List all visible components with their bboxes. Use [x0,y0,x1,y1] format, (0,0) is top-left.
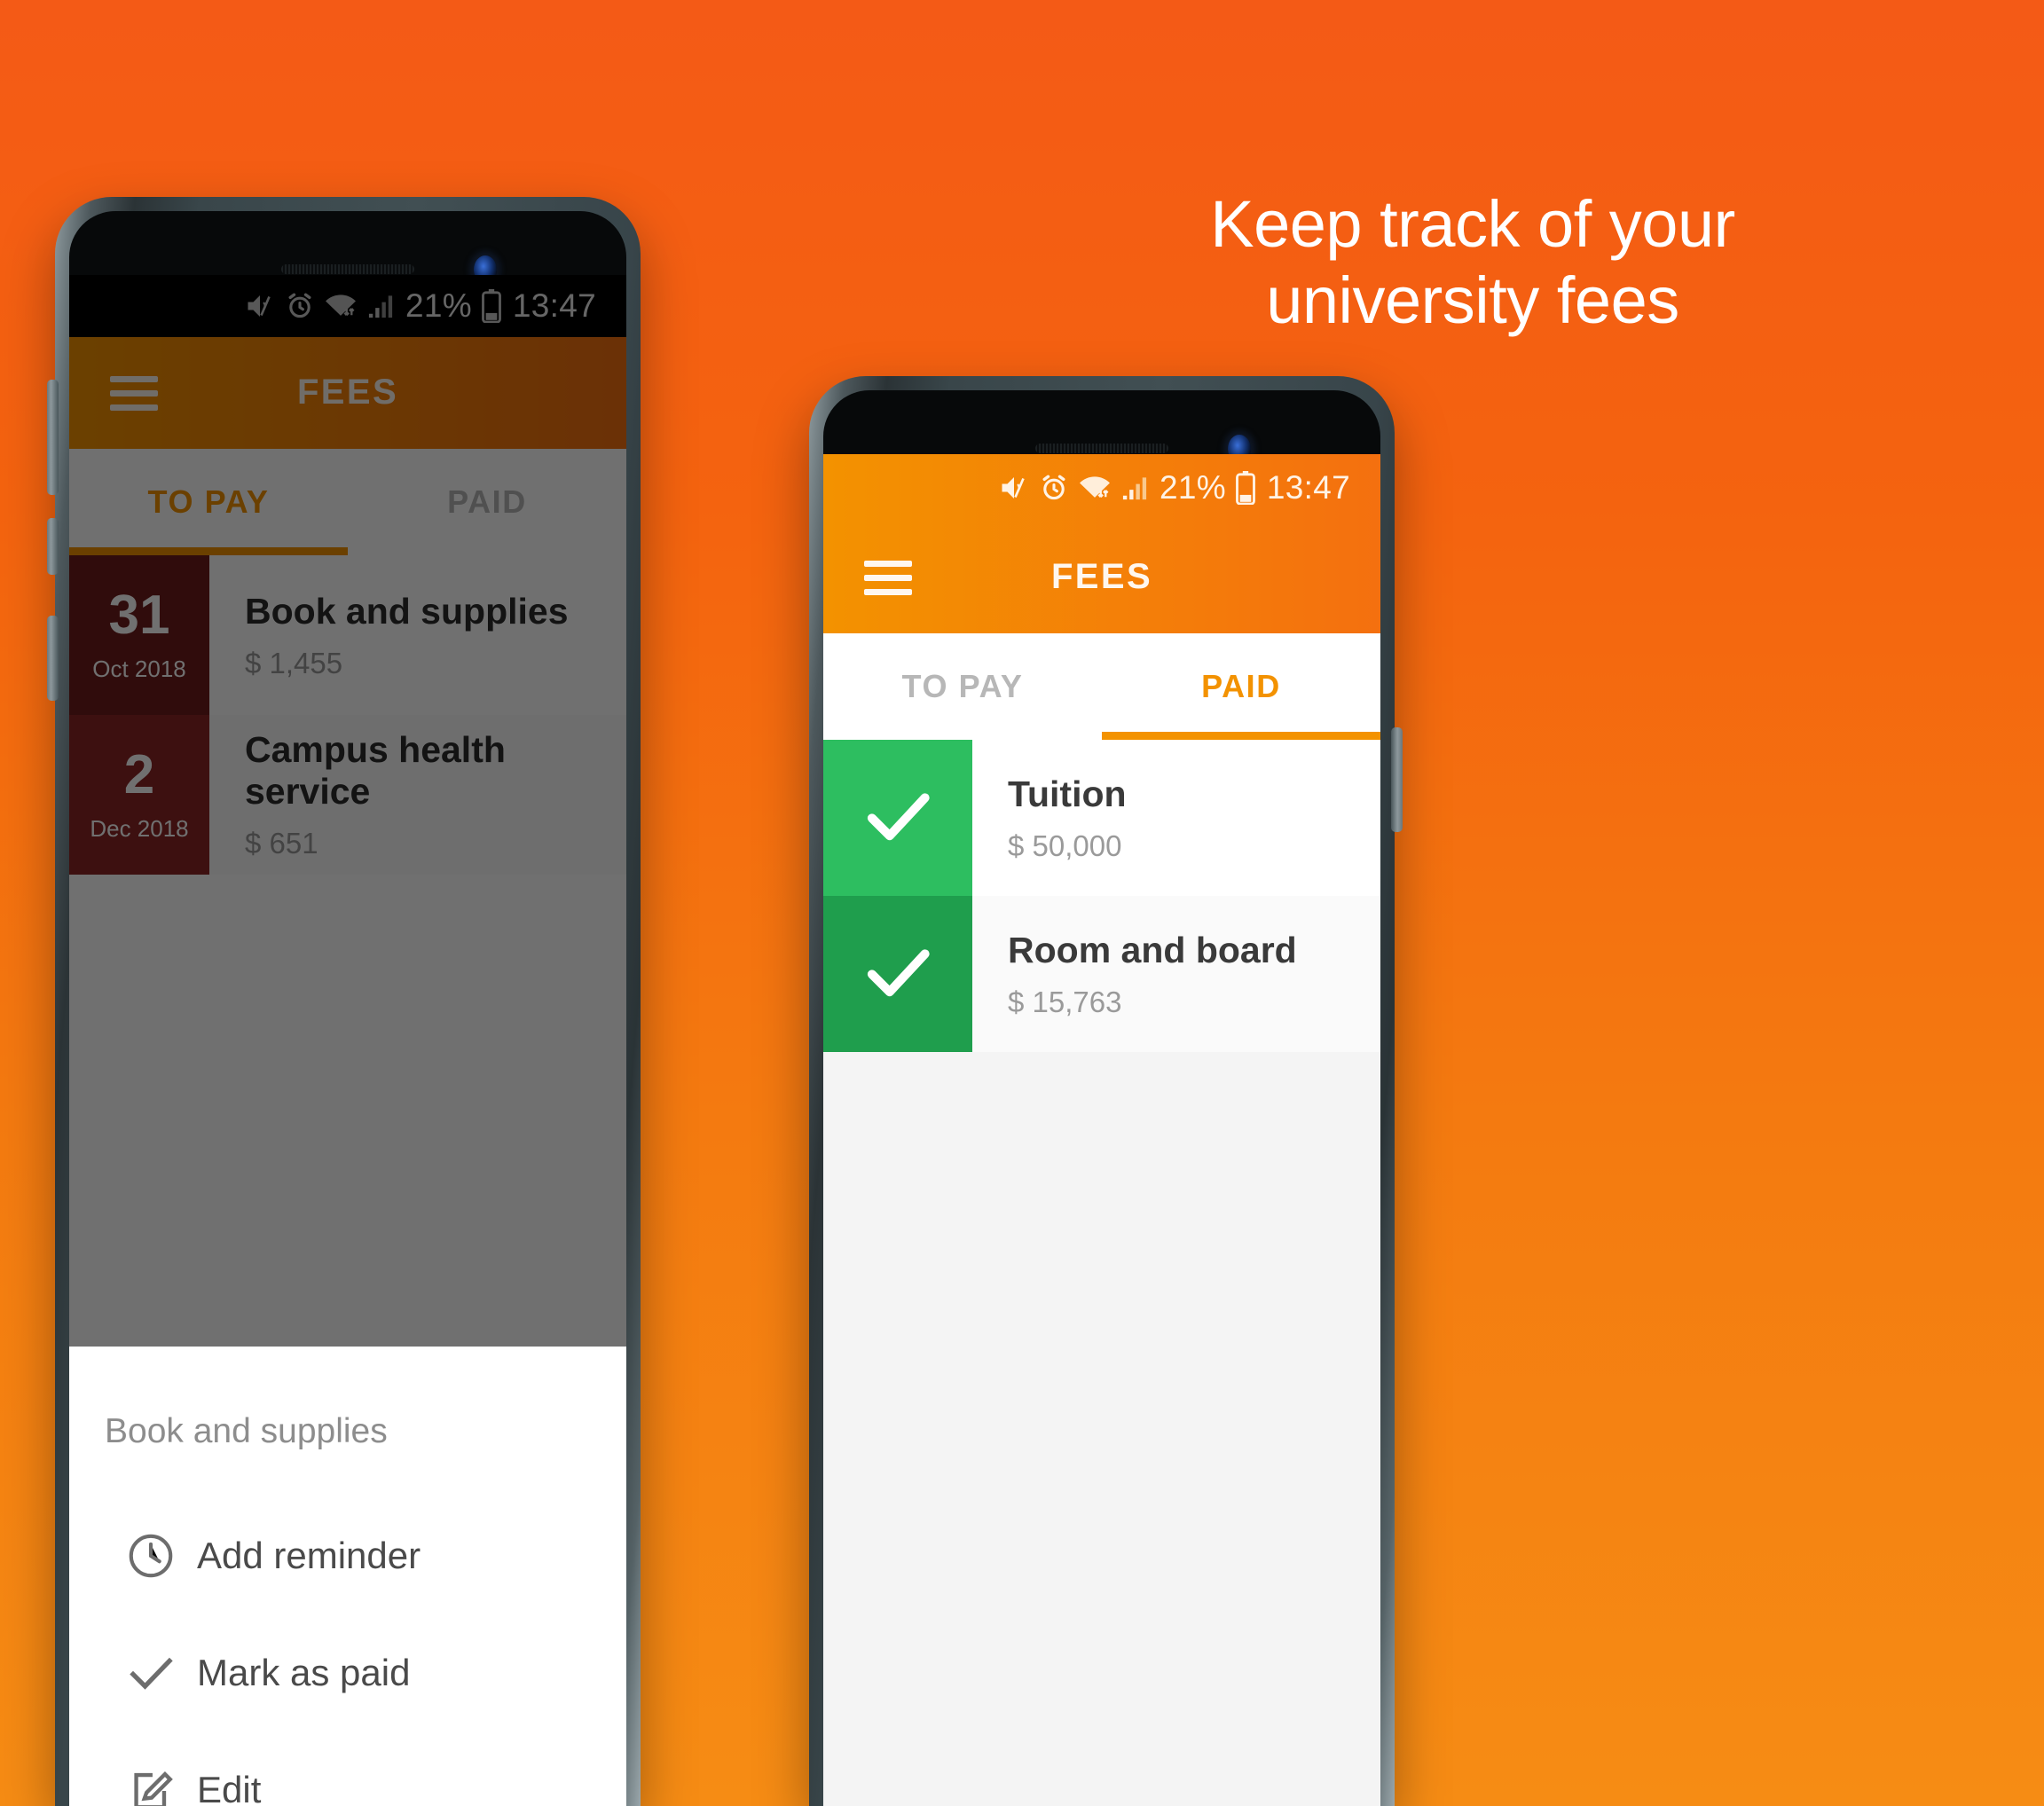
due-day: 31 [108,584,170,646]
volume-up-button[interactable] [47,380,59,495]
fee-details: Book and supplies $ 1,455 [209,555,626,715]
sheet-option-mark-as-paid[interactable]: Mark as paid [69,1614,626,1731]
tab-active-indicator [69,547,348,555]
due-day: 2 [123,743,155,805]
tab-to-pay[interactable]: TO PAY [69,449,348,555]
signal-icon [1120,474,1149,502]
tab-paid-label: PAID [1201,668,1281,704]
mute-icon [998,472,1030,504]
mute-icon [244,290,276,322]
back-phone-screen: 21% 13:47 FEES TO PAY PAID 31 Oct 2018 B… [69,275,626,1806]
sheet-option-label: Mark as paid [197,1652,411,1693]
sheet-title: Book and supplies [105,1412,388,1450]
status-clock: 13:47 [1266,469,1350,506]
alarm-icon [285,291,315,321]
clock-icon [105,1530,197,1582]
earpiece-speaker [1035,444,1168,453]
sheet-option-label: Add reminder [197,1535,421,1576]
fee-name: Tuition [1008,773,1127,814]
app-bar: FEES [69,337,626,449]
phone-glass: 21% 13:47 FEES TO PAY PAID 31 Oct 2018 B… [69,211,626,1806]
fee-details: Campus health service $ 651 [209,715,626,875]
fee-amount: $ 651 [245,827,318,860]
due-month: Dec 2018 [90,814,189,842]
due-month: Oct 2018 [92,655,186,682]
bixby-button[interactable] [47,616,59,701]
check-icon [857,931,939,1017]
sheet-option-add-reminder[interactable]: Add reminder [69,1497,626,1614]
paid-status-block [823,896,972,1052]
battery-percent: 21% [405,287,472,324]
due-date-block: 31 Oct 2018 [69,555,209,715]
wifi-icon [1078,473,1112,503]
tab-active-indicator [1102,732,1380,740]
status-clock: 13:47 [512,287,596,324]
check-icon [105,1646,197,1700]
promo-headline: Keep track of your university fees [1082,186,1863,339]
table-row[interactable]: Room and board $ 15,763 [823,896,1380,1052]
table-row[interactable]: 31 Oct 2018 Book and supplies $ 1,455 [69,555,626,715]
fee-name: Book and supplies [245,590,569,632]
fee-details: Room and board $ 15,763 [972,896,1380,1052]
sheet-option-label: Edit [197,1769,262,1806]
headline-line-1: Keep track of your [1210,187,1735,261]
page-title: FEES [1050,557,1153,596]
check-icon [857,775,939,861]
table-row[interactable]: Tuition $ 50,000 [823,740,1380,896]
tab-to-pay-label: TO PAY [147,483,270,520]
tab-paid-label: PAID [447,483,527,520]
sheet-option-edit[interactable]: Edit [69,1731,626,1806]
edit-icon [105,1764,197,1806]
paid-fee-list: Tuition $ 50,000 Room and board $ 15,763 [823,740,1380,1806]
battery-icon [481,289,502,323]
fee-details: Tuition $ 50,000 [972,740,1380,896]
fee-name: Campus health service [245,729,506,812]
fee-amount: $ 50,000 [1008,828,1122,862]
power-button[interactable] [1391,727,1403,832]
status-bar: 21% 13:47 [823,454,1380,522]
tab-to-pay[interactable]: TO PAY [823,633,1102,740]
tab-paid[interactable]: PAID [1102,633,1380,740]
front-phone-screen: 21% 13:47 FEES TO PAY PAID Tuition $ 50,… [823,454,1380,1806]
tab-bar: TO PAY PAID [69,449,626,555]
wifi-icon [324,291,358,321]
headline-line-2: university fees [1266,263,1679,337]
due-date-block: 2 Dec 2018 [69,715,209,875]
signal-icon [366,292,395,320]
back-phone-mockup: 21% 13:47 FEES TO PAY PAID 31 Oct 2018 B… [47,197,641,1806]
fee-name: Room and board [1008,929,1297,970]
fee-amount: $ 1,455 [245,646,343,679]
tab-bar: TO PAY PAID [823,633,1380,740]
table-row[interactable]: 2 Dec 2018 Campus health service $ 651 [69,715,626,875]
tab-paid[interactable]: PAID [348,449,626,555]
battery-icon [1235,471,1256,505]
status-bar: 21% 13:47 [69,275,626,337]
fee-amount: $ 15,763 [1008,985,1122,1018]
alarm-icon [1039,473,1069,503]
page-title: FEES [296,373,399,412]
volume-down-button[interactable] [47,518,59,575]
tab-to-pay-label: TO PAY [901,668,1024,704]
battery-percent: 21% [1159,469,1226,506]
earpiece-speaker [281,264,414,274]
phone-glass: 21% 13:47 FEES TO PAY PAID Tuition $ 50,… [823,390,1380,1806]
paid-status-block [823,740,972,896]
bottom-sheet: Book and supplies Add reminder Mark as p… [69,1347,626,1806]
app-bar: FEES [823,522,1380,633]
front-phone-mockup: 21% 13:47 FEES TO PAY PAID Tuition $ 50,… [809,376,1403,1806]
